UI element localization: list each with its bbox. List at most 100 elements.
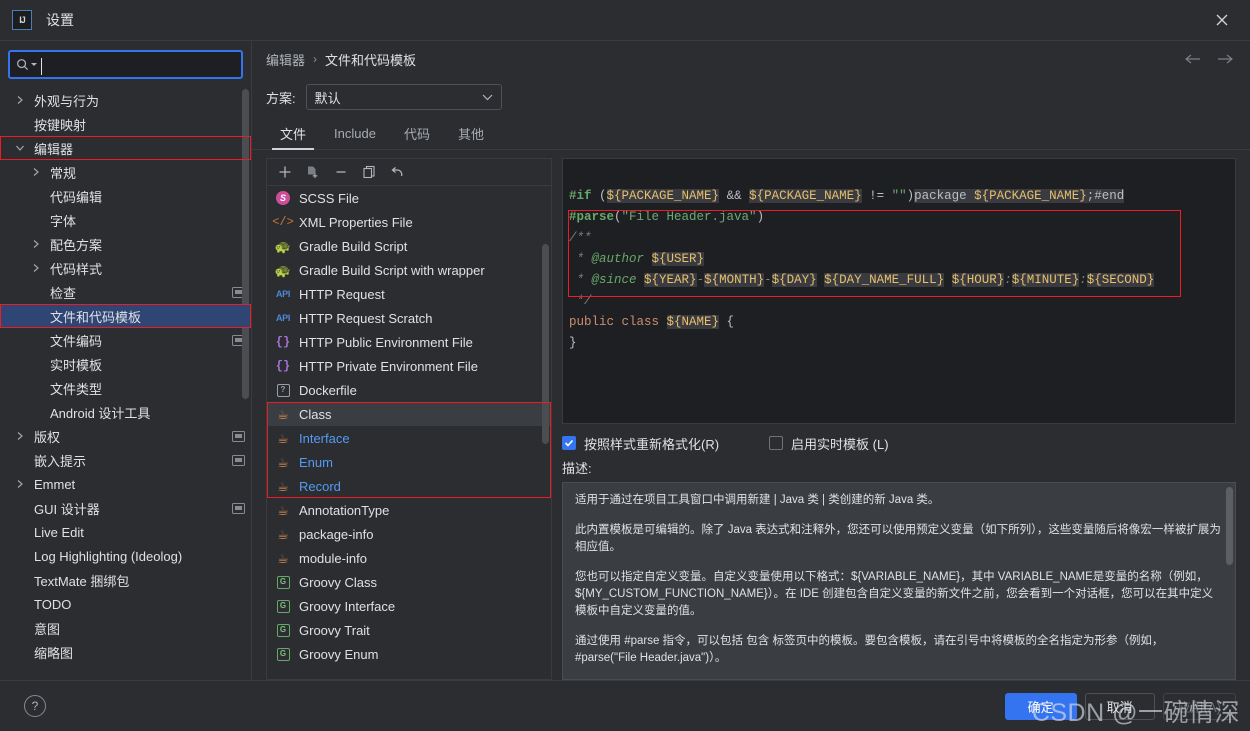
sidebar-item[interactable]: 字体 — [0, 208, 251, 232]
sidebar-item[interactable]: TODO — [0, 592, 251, 616]
tab-1[interactable]: Include — [320, 117, 390, 149]
reformat-checkbox[interactable]: 按照样式重新格式化(R) — [562, 434, 719, 453]
template-list-item[interactable]: API HTTP Request — [267, 282, 551, 306]
chevron-right-icon[interactable] — [28, 263, 44, 273]
description-paragraph: 您也可以指定自定义变量。自定义变量使用以下格式：${VARIABLE_NAME}… — [575, 571, 1214, 617]
chevron-right-icon[interactable] — [12, 95, 28, 105]
template-list-item-label: HTTP Request — [299, 286, 385, 302]
sidebar-item[interactable]: GUI 设计器 — [0, 496, 251, 520]
template-list-item[interactable]: ☕ module-info — [267, 546, 551, 570]
scheme-select[interactable]: 默认 — [305, 84, 502, 110]
sidebar-item[interactable]: 代码编辑 — [0, 184, 251, 208]
settings-tree[interactable]: 外观与行为 按键映射编辑器常规 代码编辑 字体 配色方案 代码样式 检查 文件和代码模板 文件编… — [0, 87, 251, 680]
template-list-pane: S SCSS File </> XML Properties File 🐢 Gradle … — [266, 158, 552, 680]
duplicate-icon[interactable] — [357, 161, 381, 183]
sidebar-item[interactable]: 嵌入提示 — [0, 448, 251, 472]
template-list-item[interactable]: ☕ Record — [267, 474, 551, 498]
braces-icon: {} — [275, 335, 291, 349]
sidebar-item[interactable]: Emmet — [0, 472, 251, 496]
template-list-item-label: AnnotationType — [299, 502, 390, 518]
sidebar-item[interactable]: 实时模板 — [0, 352, 251, 376]
sidebar-item[interactable]: 文件类型 — [0, 376, 251, 400]
sidebar-item[interactable]: 文件和代码模板 — [0, 304, 251, 328]
tab-3[interactable]: 其他 — [444, 117, 498, 149]
chevron-right-icon[interactable] — [28, 167, 44, 177]
template-list-item-label: module-info — [299, 550, 367, 566]
template-list-item[interactable]: 🐢 Gradle Build Script — [267, 234, 551, 258]
template-list-item[interactable]: ☕ Interface — [267, 426, 551, 450]
sidebar-item[interactable]: Live Edit — [0, 520, 251, 544]
sidebar-item-label: 编辑器 — [34, 141, 74, 157]
sidebar-item[interactable]: 编辑器 — [0, 136, 251, 160]
sidebar-item[interactable]: TextMate 捆绑包 — [0, 568, 251, 592]
sidebar-item[interactable]: 版权 — [0, 424, 251, 448]
template-list-item[interactable]: API HTTP Request Scratch — [267, 306, 551, 330]
sidebar-item[interactable]: 缩略图 — [0, 640, 251, 664]
settings-dialog: IJ 设置 外观与行为 按键映射 编辑器 常规 代码编辑 字体 配色方案 代码样… — [0, 0, 1250, 731]
template-list-item[interactable]: ☕ package-info — [267, 522, 551, 546]
project-scope-icon — [232, 430, 245, 442]
template-list-item[interactable]: S SCSS File — [267, 186, 551, 210]
template-list-item[interactable]: {} HTTP Public Environment File — [267, 330, 551, 354]
create-from-template-button[interactable] — [301, 161, 325, 183]
breadcrumb-parent[interactable]: 编辑器 — [266, 50, 305, 69]
chevron-right-icon[interactable] — [12, 431, 28, 441]
template-list-item[interactable]: G Groovy Interface — [267, 594, 551, 618]
template-list-item[interactable]: ? Dockerfile — [267, 378, 551, 402]
tab-0[interactable]: 文件 — [266, 117, 320, 150]
template-list[interactable]: S SCSS File </> XML Properties File 🐢 Gradle … — [266, 185, 552, 680]
template-list-scrollbar[interactable] — [542, 244, 549, 444]
ok-button[interactable]: 确定 — [1004, 692, 1077, 720]
template-list-item[interactable]: G Groovy Trait — [267, 618, 551, 642]
java-icon: ☕ — [277, 502, 289, 518]
tab-2[interactable]: 代码 — [390, 117, 444, 149]
help-icon[interactable]: ? — [24, 695, 46, 717]
java-icon: ☕ — [277, 526, 289, 542]
search-area — [0, 41, 251, 87]
sidebar-item[interactable]: 代码样式 — [0, 256, 251, 280]
sidebar-item[interactable]: 外观与行为 — [0, 88, 251, 112]
sidebar-item-label: Android 设计工具 — [50, 405, 151, 421]
template-panes: S SCSS File </> XML Properties File 🐢 Gradle … — [252, 150, 1250, 680]
sidebar-item[interactable]: Android 设计工具 — [0, 400, 251, 424]
remove-template-button[interactable] — [329, 161, 353, 183]
arrow-left-icon[interactable] — [1184, 53, 1201, 65]
sidebar-item[interactable]: 意图 — [0, 616, 251, 640]
template-list-item-label: SCSS File — [299, 190, 359, 206]
template-list-item-label: Gradle Build Script with wrapper — [299, 262, 485, 278]
template-list-item[interactable]: {} HTTP Private Environment File — [267, 354, 551, 378]
close-icon[interactable] — [1208, 6, 1236, 34]
template-list-item[interactable]: G Groovy Class — [267, 570, 551, 594]
text-caret — [41, 58, 42, 75]
template-code-editor[interactable]: #if (${PACKAGE_NAME} && ${PACKAGE_NAME} … — [562, 158, 1236, 424]
description-panel: 适用于通过在项目工具窗口中调用新建 | Java 类 | 类创建的新 Java … — [562, 482, 1236, 680]
groovy-icon: G — [275, 646, 291, 662]
chevron-down-icon[interactable] — [31, 63, 37, 66]
sidebar-item[interactable]: 文件编码 — [0, 328, 251, 352]
chevron-down-icon[interactable] — [12, 144, 28, 152]
search-box[interactable] — [8, 50, 243, 79]
template-list-item[interactable]: </> XML Properties File — [267, 210, 551, 234]
arrow-right-icon[interactable] — [1217, 53, 1234, 65]
reset-icon[interactable] — [385, 161, 409, 183]
chevron-right-icon[interactable] — [28, 239, 44, 249]
sidebar-item[interactable]: 按键映射 — [0, 112, 251, 136]
template-list-item[interactable]: ☕ AnnotationType — [267, 498, 551, 522]
add-template-button[interactable] — [273, 161, 297, 183]
apply-button[interactable]: 应用(A) — [1162, 692, 1236, 720]
sidebar-item[interactable]: Log Highlighting (Ideolog) — [0, 544, 251, 568]
template-list-item-label: XML Properties File — [299, 214, 413, 230]
live-template-checkbox[interactable]: 启用实时模板 (L) — [769, 434, 889, 453]
template-list-item[interactable]: ☕ Class — [267, 402, 551, 426]
sidebar-item[interactable]: 常规 — [0, 160, 251, 184]
sidebar-item[interactable]: 检查 — [0, 280, 251, 304]
template-list-item[interactable]: ☕ Enum — [267, 450, 551, 474]
sidebar-item[interactable]: 配色方案 — [0, 232, 251, 256]
braces-icon: {} — [275, 359, 291, 373]
template-list-item[interactable]: 🐢 Gradle Build Script with wrapper — [267, 258, 551, 282]
template-list-item[interactable]: G Groovy Enum — [267, 642, 551, 666]
description-scrollbar[interactable] — [1226, 487, 1233, 565]
chevron-right-icon[interactable] — [12, 479, 28, 489]
search-input[interactable] — [46, 56, 235, 73]
cancel-button[interactable]: 取消 — [1084, 692, 1155, 720]
